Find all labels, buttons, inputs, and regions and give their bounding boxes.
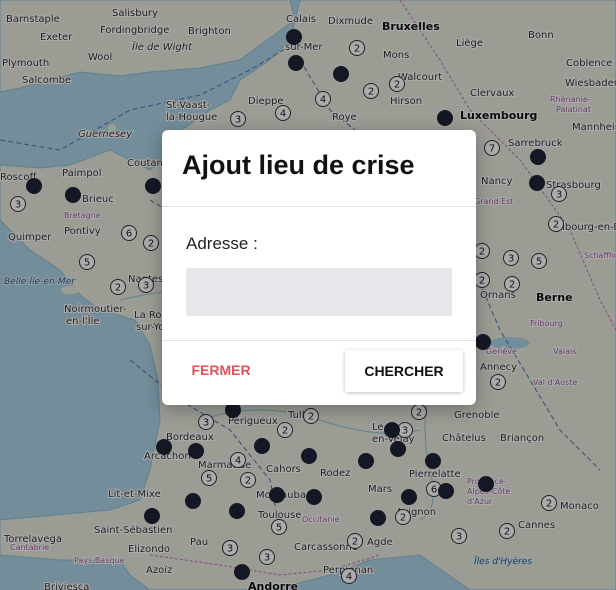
address-label: Adresse : xyxy=(186,234,258,253)
dialog-title: Ajout lieu de crise xyxy=(182,150,415,180)
close-button[interactable]: FERMER xyxy=(182,350,260,390)
header-divider xyxy=(162,206,476,207)
add-crisis-location-dialog: Ajout lieu de crise Adresse : FERMER CHE… xyxy=(162,130,476,405)
search-button[interactable]: CHERCHER xyxy=(345,350,463,392)
footer-divider xyxy=(162,340,476,341)
address-input[interactable] xyxy=(186,268,452,316)
